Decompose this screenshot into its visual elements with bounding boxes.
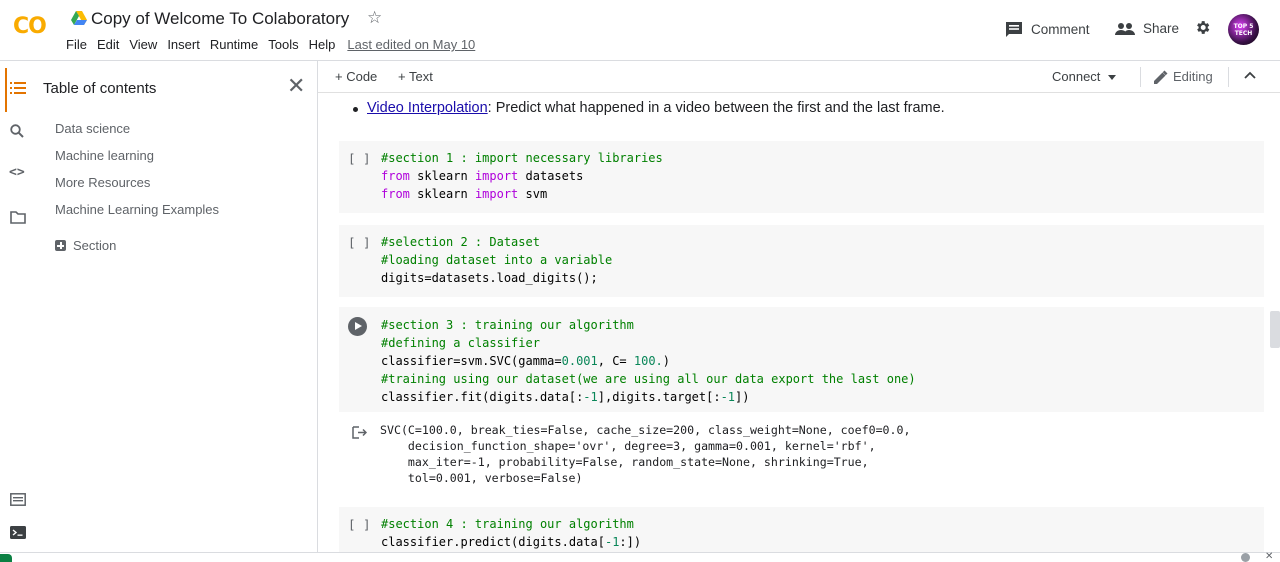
comment-button[interactable]: Comment	[1005, 21, 1090, 38]
document-title[interactable]: Copy of Welcome To Colaboratory	[91, 9, 349, 29]
menu-file[interactable]: File	[66, 37, 87, 52]
header: CO Copy of Welcome To Colaboratory ☆ Fil…	[0, 0, 1280, 61]
output-clear-icon[interactable]	[352, 426, 367, 439]
menu-bar: File Edit View Insert Runtime Tools Help…	[66, 37, 485, 52]
caret-down-icon	[1108, 75, 1117, 81]
code-snippets-icon[interactable]: <>	[9, 165, 25, 180]
connect-label: Connect	[1052, 69, 1101, 84]
settings-gear-icon[interactable]	[1194, 19, 1211, 36]
close-icon[interactable]: ✕	[287, 75, 305, 97]
connect-button[interactable]: Connect	[1052, 69, 1117, 84]
toc-panel: Table of contents ✕ Data science Machine…	[33, 61, 318, 562]
toolbar-divider-2	[1228, 67, 1229, 87]
side-rail: <>	[0, 61, 33, 562]
toc-item-ml-examples[interactable]: Machine Learning Examples	[55, 202, 219, 217]
menu-tools[interactable]: Tools	[268, 37, 298, 52]
status-indicator	[0, 554, 12, 562]
bullet-description: : Predict what happened in a video betwe…	[487, 100, 945, 116]
code-editor[interactable]: #selection 2 : Dataset #loading dataset …	[381, 233, 612, 287]
terminal-icon[interactable]	[10, 526, 26, 539]
cell-output: SVC(C=100.0, break_ties=False, cache_siz…	[380, 423, 911, 485]
drive-icon	[71, 11, 87, 25]
status-bar	[0, 552, 1280, 562]
run-cell-button[interactable]: [ ]	[348, 151, 371, 166]
command-palette-icon[interactable]	[10, 493, 26, 506]
status-settings-icon[interactable]	[1241, 553, 1250, 562]
add-box-icon	[55, 240, 66, 251]
run-cell-button[interactable]: [ ]	[348, 235, 371, 250]
add-code-button[interactable]: + Code	[335, 69, 377, 84]
code-editor[interactable]: #section 4 : training our algorithm clas…	[381, 515, 641, 551]
notebook-area: Video Interpolation: Predict what happen…	[318, 93, 1270, 552]
toc-list-icon[interactable]	[10, 81, 26, 95]
toc-item-data-science[interactable]: Data science	[55, 121, 130, 136]
search-icon[interactable]	[10, 124, 24, 138]
code-editor[interactable]: #section 3 : training our algorithm #def…	[381, 316, 916, 406]
code-cell[interactable]: [ ] #section 1 : import necessary librar…	[339, 141, 1264, 213]
menu-help[interactable]: Help	[309, 37, 336, 52]
video-interpolation-link[interactable]: Video Interpolation	[367, 100, 488, 116]
comment-icon	[1006, 22, 1022, 37]
people-icon	[1115, 22, 1135, 35]
user-avatar[interactable]: TOP 5 TECH	[1228, 14, 1259, 45]
pencil-icon	[1154, 70, 1168, 84]
share-button[interactable]: Share	[1115, 21, 1179, 36]
run-cell-play-icon[interactable]	[348, 317, 367, 336]
toolbar-divider	[1140, 67, 1141, 87]
status-close-icon[interactable]: ✕	[1265, 551, 1273, 562]
toc-item-more-resources[interactable]: More Resources	[55, 175, 150, 190]
share-label: Share	[1143, 21, 1180, 36]
toc-title: Table of contents	[43, 80, 157, 97]
add-text-button[interactable]: + Text	[398, 69, 433, 84]
menu-insert[interactable]: Insert	[167, 37, 200, 52]
toc-item-machine-learning[interactable]: Machine learning	[55, 148, 154, 163]
text-cell-bullet: Video Interpolation: Predict what happen…	[353, 100, 945, 116]
add-section-button[interactable]: Section	[55, 238, 116, 253]
chevron-up-icon[interactable]	[1244, 71, 1256, 79]
last-edited-link[interactable]: Last edited on May 10	[347, 37, 475, 52]
editing-label: Editing	[1173, 69, 1213, 84]
rail-active-indicator	[5, 68, 7, 112]
comment-label: Comment	[1031, 22, 1090, 37]
run-cell-button[interactable]: [ ]	[348, 517, 371, 532]
scrollbar-thumb[interactable]	[1270, 311, 1280, 348]
editing-mode-button[interactable]: Editing	[1154, 69, 1213, 84]
menu-view[interactable]: View	[129, 37, 157, 52]
menu-runtime[interactable]: Runtime	[210, 37, 258, 52]
code-cell-active[interactable]: #section 3 : training our algorithm #def…	[339, 307, 1264, 412]
colab-logo[interactable]: CO	[13, 14, 47, 39]
code-cell[interactable]: [ ] #selection 2 : Dataset #loading data…	[339, 225, 1264, 297]
folder-icon[interactable]	[10, 211, 26, 224]
code-cell[interactable]: [ ] #section 4 : training our algorithm …	[339, 507, 1264, 552]
section-label: Section	[73, 238, 117, 253]
notebook-toolbar: + Code + Text Connect Editing	[318, 61, 1280, 93]
star-icon[interactable]: ☆	[367, 8, 382, 28]
code-editor[interactable]: #section 1 : import necessary libraries …	[381, 149, 663, 203]
menu-edit[interactable]: Edit	[97, 37, 119, 52]
